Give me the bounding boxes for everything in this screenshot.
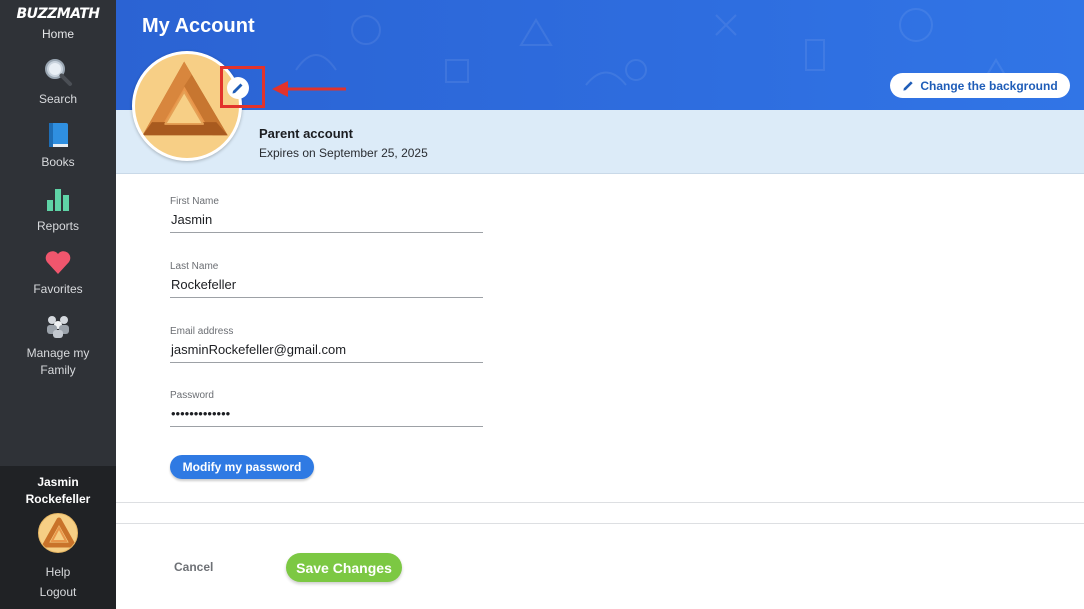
book-icon (49, 123, 68, 147)
first-name-label: First Name (170, 196, 219, 207)
user-panel: Jasmin Rockefeller Help Logout (0, 466, 116, 609)
sidebar-item-search[interactable]: Search (0, 57, 116, 108)
sidebar-item-manage-family[interactable]: Manage my Family (0, 311, 116, 379)
change-background-button[interactable]: Change the background (890, 73, 1070, 98)
sidebar-item-label: Search (38, 92, 78, 106)
logout-link[interactable]: Logout (0, 585, 116, 599)
email-label: Email address (170, 326, 234, 337)
pencil-icon (232, 83, 243, 94)
user-first-name: Jasmin (37, 475, 79, 489)
sidebar-item-label: Reports (36, 219, 80, 233)
help-link[interactable]: Help (0, 565, 116, 579)
email-input[interactable]: jasminRockefeller@gmail.com (170, 342, 483, 363)
bar-chart-icon (47, 189, 69, 211)
heart-icon (45, 251, 71, 274)
account-expiry: Expires on September 25, 2025 (259, 146, 428, 160)
brand-logo[interactable]: BUZZMATH (0, 6, 116, 22)
user-name: Jasmin Rockefeller (0, 474, 116, 508)
cancel-button[interactable]: Cancel (174, 560, 213, 574)
pointer-arrow (272, 81, 346, 97)
sidebar-item-favorites[interactable]: Favorites (0, 247, 116, 298)
user-last-name: Rockefeller (25, 492, 91, 506)
account-info: Parent account Expires on September 25, … (116, 110, 1084, 174)
penrose-triangle-icon (42, 517, 76, 548)
password-label: Password (170, 390, 214, 401)
last-name-field: Last Name Rockefeller (170, 261, 483, 298)
divider (116, 523, 1084, 524)
password-input[interactable]: ••••••••••••• (170, 406, 483, 427)
edit-avatar-button[interactable] (227, 77, 249, 99)
first-name-field: First Name Jasmin (170, 196, 483, 233)
email-field: Email address jasminRockefeller@gmail.co… (170, 326, 483, 363)
sidebar-item-reports[interactable]: Reports (0, 184, 116, 235)
sidebar-item-label: Books (41, 155, 75, 169)
sidebar-item-books[interactable]: Books (0, 120, 116, 171)
pencil-icon (903, 81, 914, 91)
magnifier-icon (45, 59, 72, 86)
password-field: Password ••••••••••••• (170, 390, 483, 427)
last-name-input[interactable]: Rockefeller (170, 277, 483, 298)
sidebar: BUZZMATH Home Search Books Reports Favor… (0, 0, 116, 609)
sidebar-item-label: Manage my Family (26, 346, 90, 377)
avatar[interactable] (38, 513, 78, 553)
change-background-label: Change the background (920, 78, 1058, 93)
page-title: My Account (142, 15, 255, 37)
family-icon (47, 316, 69, 338)
sidebar-item-label: Favorites (33, 282, 83, 296)
last-name-label: Last Name (170, 261, 219, 272)
sidebar-item-home[interactable]: Home (0, 27, 116, 41)
account-type: Parent account (259, 126, 353, 141)
save-changes-button[interactable]: Save Changes (286, 553, 402, 582)
divider (116, 502, 1084, 503)
modify-password-button[interactable]: Modify my password (170, 455, 314, 479)
first-name-input[interactable]: Jasmin (170, 212, 483, 233)
